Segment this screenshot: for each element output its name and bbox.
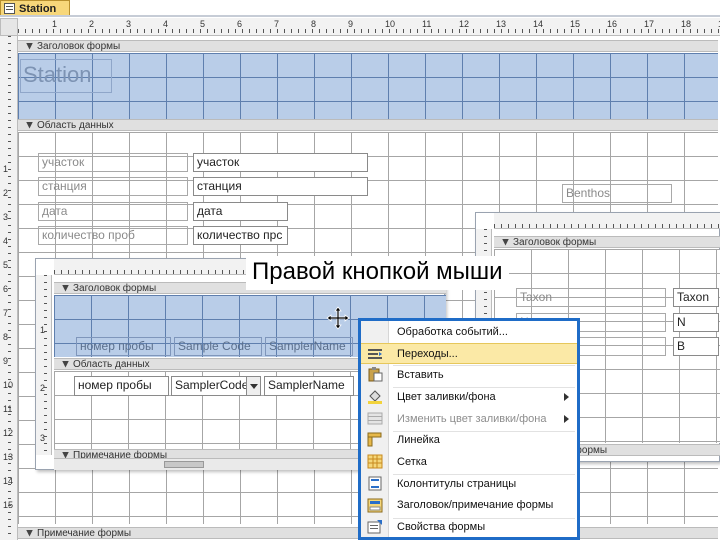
collapse-arrow-icon <box>26 42 33 50</box>
collapse-arrow-icon <box>62 284 69 292</box>
taxon-field[interactable]: Taxon <box>673 288 719 307</box>
main-form-header-bar[interactable]: Заголовок формы <box>18 40 718 52</box>
tab-order-icon <box>367 347 383 362</box>
ruler-number: 11 <box>3 404 13 414</box>
ruler-number: 15 <box>570 19 581 29</box>
ruler-number: 15 <box>3 500 14 510</box>
menu-item-paste[interactable]: Вставить <box>361 364 577 386</box>
form-header-icon <box>367 498 383 513</box>
field-box-data[interactable]: дата <box>193 202 288 221</box>
field-box-uchastok[interactable]: участок <box>193 153 368 172</box>
grid-icon <box>367 454 383 469</box>
move-cursor-icon <box>326 306 350 330</box>
submenu-arrow-icon <box>564 393 569 402</box>
tab-strip <box>0 15 720 17</box>
menu-item-page-header[interactable]: Колонтитулы страницы <box>361 473 577 495</box>
sampler-name-field[interactable]: SamplerName <box>264 376 354 396</box>
submenu-arrow-icon <box>564 414 569 423</box>
form-icon <box>4 3 15 14</box>
ruler-number: 3 <box>3 212 9 222</box>
horizontal-ruler[interactable]: 12345678910111213141516171819 <box>18 18 720 36</box>
properties-icon <box>367 519 383 534</box>
ruler-number: 10 <box>3 380 14 390</box>
sample-code-header[interactable]: Sample Code <box>174 337 262 356</box>
chevron-down-icon <box>250 384 258 389</box>
sampler-code-dropdown-button[interactable] <box>246 376 261 396</box>
ruler-number: 6 <box>3 284 9 294</box>
ruler-number: 14 <box>3 476 14 486</box>
field-label-uchastok[interactable]: участок <box>38 153 188 172</box>
collapse-arrow-icon <box>26 529 33 537</box>
ruler-number: 18 <box>681 19 692 29</box>
sample-number-header[interactable]: номер пробы <box>76 337 171 356</box>
ruler-number: 6 <box>237 19 243 29</box>
ruler-number: 4 <box>3 236 9 246</box>
collapse-arrow-icon <box>26 121 33 129</box>
subform-right-ruler <box>494 213 720 229</box>
ruler-number: 13 <box>3 452 14 462</box>
menu-item-alt-fill-color: Изменить цвет заливки/фона <box>361 408 577 430</box>
ruler-number: 8 <box>311 19 317 29</box>
ruler-number: 12 <box>3 428 14 438</box>
header-title-label[interactable]: Station <box>20 59 112 93</box>
menu-item-form-header[interactable]: Заголовок/примечание формы <box>361 495 577 517</box>
ruler-number: 7 <box>3 308 9 318</box>
field-box-stanciya[interactable]: станция <box>193 177 368 196</box>
field-label-count[interactable]: количество проб <box>38 226 188 245</box>
ruler-number: 10 <box>385 19 396 29</box>
sample-number-field[interactable]: номер пробы <box>74 376 169 396</box>
tab-label: Station <box>19 2 57 15</box>
vertical-ruler[interactable]: 1 2 3 4 5 6 7 8 9 10 11 12 13 14 15 <box>0 36 18 540</box>
instruction-caption: Правой кнопкой мыши <box>246 256 509 290</box>
menu-item-form-properties[interactable]: Свойства формы <box>361 516 577 538</box>
benthos-label[interactable]: Benthos <box>562 184 672 203</box>
ruler-number: 16 <box>607 19 618 29</box>
menu-item-event-builder[interactable]: Обработка событий... <box>361 321 577 343</box>
fill-color-icon <box>367 389 383 405</box>
ruler-number: 8 <box>3 332 9 342</box>
menu-item-grid[interactable]: Сетка <box>361 451 577 473</box>
collapse-arrow-icon <box>62 360 69 368</box>
ruler-number: 1 <box>52 19 58 29</box>
menu-item-tab-order[interactable]: Переходы... <box>361 342 577 365</box>
menu-item-ruler[interactable]: Линейка <box>361 429 577 451</box>
ruler-number: 1 <box>3 164 9 174</box>
ruler-number: 3 <box>126 19 132 29</box>
ruler-number: 2 <box>3 188 9 198</box>
alt-fill-color-icon <box>367 411 383 426</box>
ruler-number: 5 <box>3 260 9 270</box>
ruler-number: 2 <box>89 19 95 29</box>
ruler-number: 9 <box>3 356 9 366</box>
n-field[interactable]: N <box>673 313 719 332</box>
ruler-number: 5 <box>200 19 206 29</box>
ruler-number: 12 <box>459 19 470 29</box>
ruler-number: 4 <box>163 19 169 29</box>
field-box-count[interactable]: количество прс <box>193 226 288 245</box>
main-form-header-section[interactable] <box>18 53 718 119</box>
context-menu[interactable]: Обработка событий... Переходы... Вставит… <box>358 318 580 540</box>
sampler-code-combo[interactable]: SamplerCode <box>171 376 247 396</box>
subform-right-header-bar[interactable]: Заголовок формы <box>494 236 720 248</box>
form-selector[interactable] <box>0 18 18 36</box>
subform-left-vruler: 1 2 3 <box>36 275 52 455</box>
taxon-label[interactable]: Taxon <box>516 288 666 307</box>
ruler-number: 11 <box>422 19 432 29</box>
menu-item-fill-color[interactable]: Цвет заливки/фона <box>361 386 577 408</box>
ruler-number: 14 <box>533 19 544 29</box>
ruler-number: 17 <box>644 19 655 29</box>
field-label-stanciya[interactable]: станция <box>38 177 188 196</box>
ruler-number: 9 <box>348 19 354 29</box>
b-field[interactable]: B <box>673 337 719 356</box>
field-label-data[interactable]: дата <box>38 202 188 221</box>
main-data-area-bar[interactable]: Область данных <box>18 119 718 131</box>
scroll-thumb[interactable] <box>164 461 204 468</box>
ruler-icon <box>367 432 383 447</box>
paste-icon <box>367 367 383 382</box>
collapse-arrow-icon <box>502 238 509 246</box>
sampler-name-header[interactable]: SamplerName <box>265 337 353 356</box>
page-header-icon <box>367 476 383 491</box>
tab-station[interactable]: Station <box>0 0 70 16</box>
ruler-number: 13 <box>496 19 507 29</box>
ruler-number: 7 <box>274 19 280 29</box>
